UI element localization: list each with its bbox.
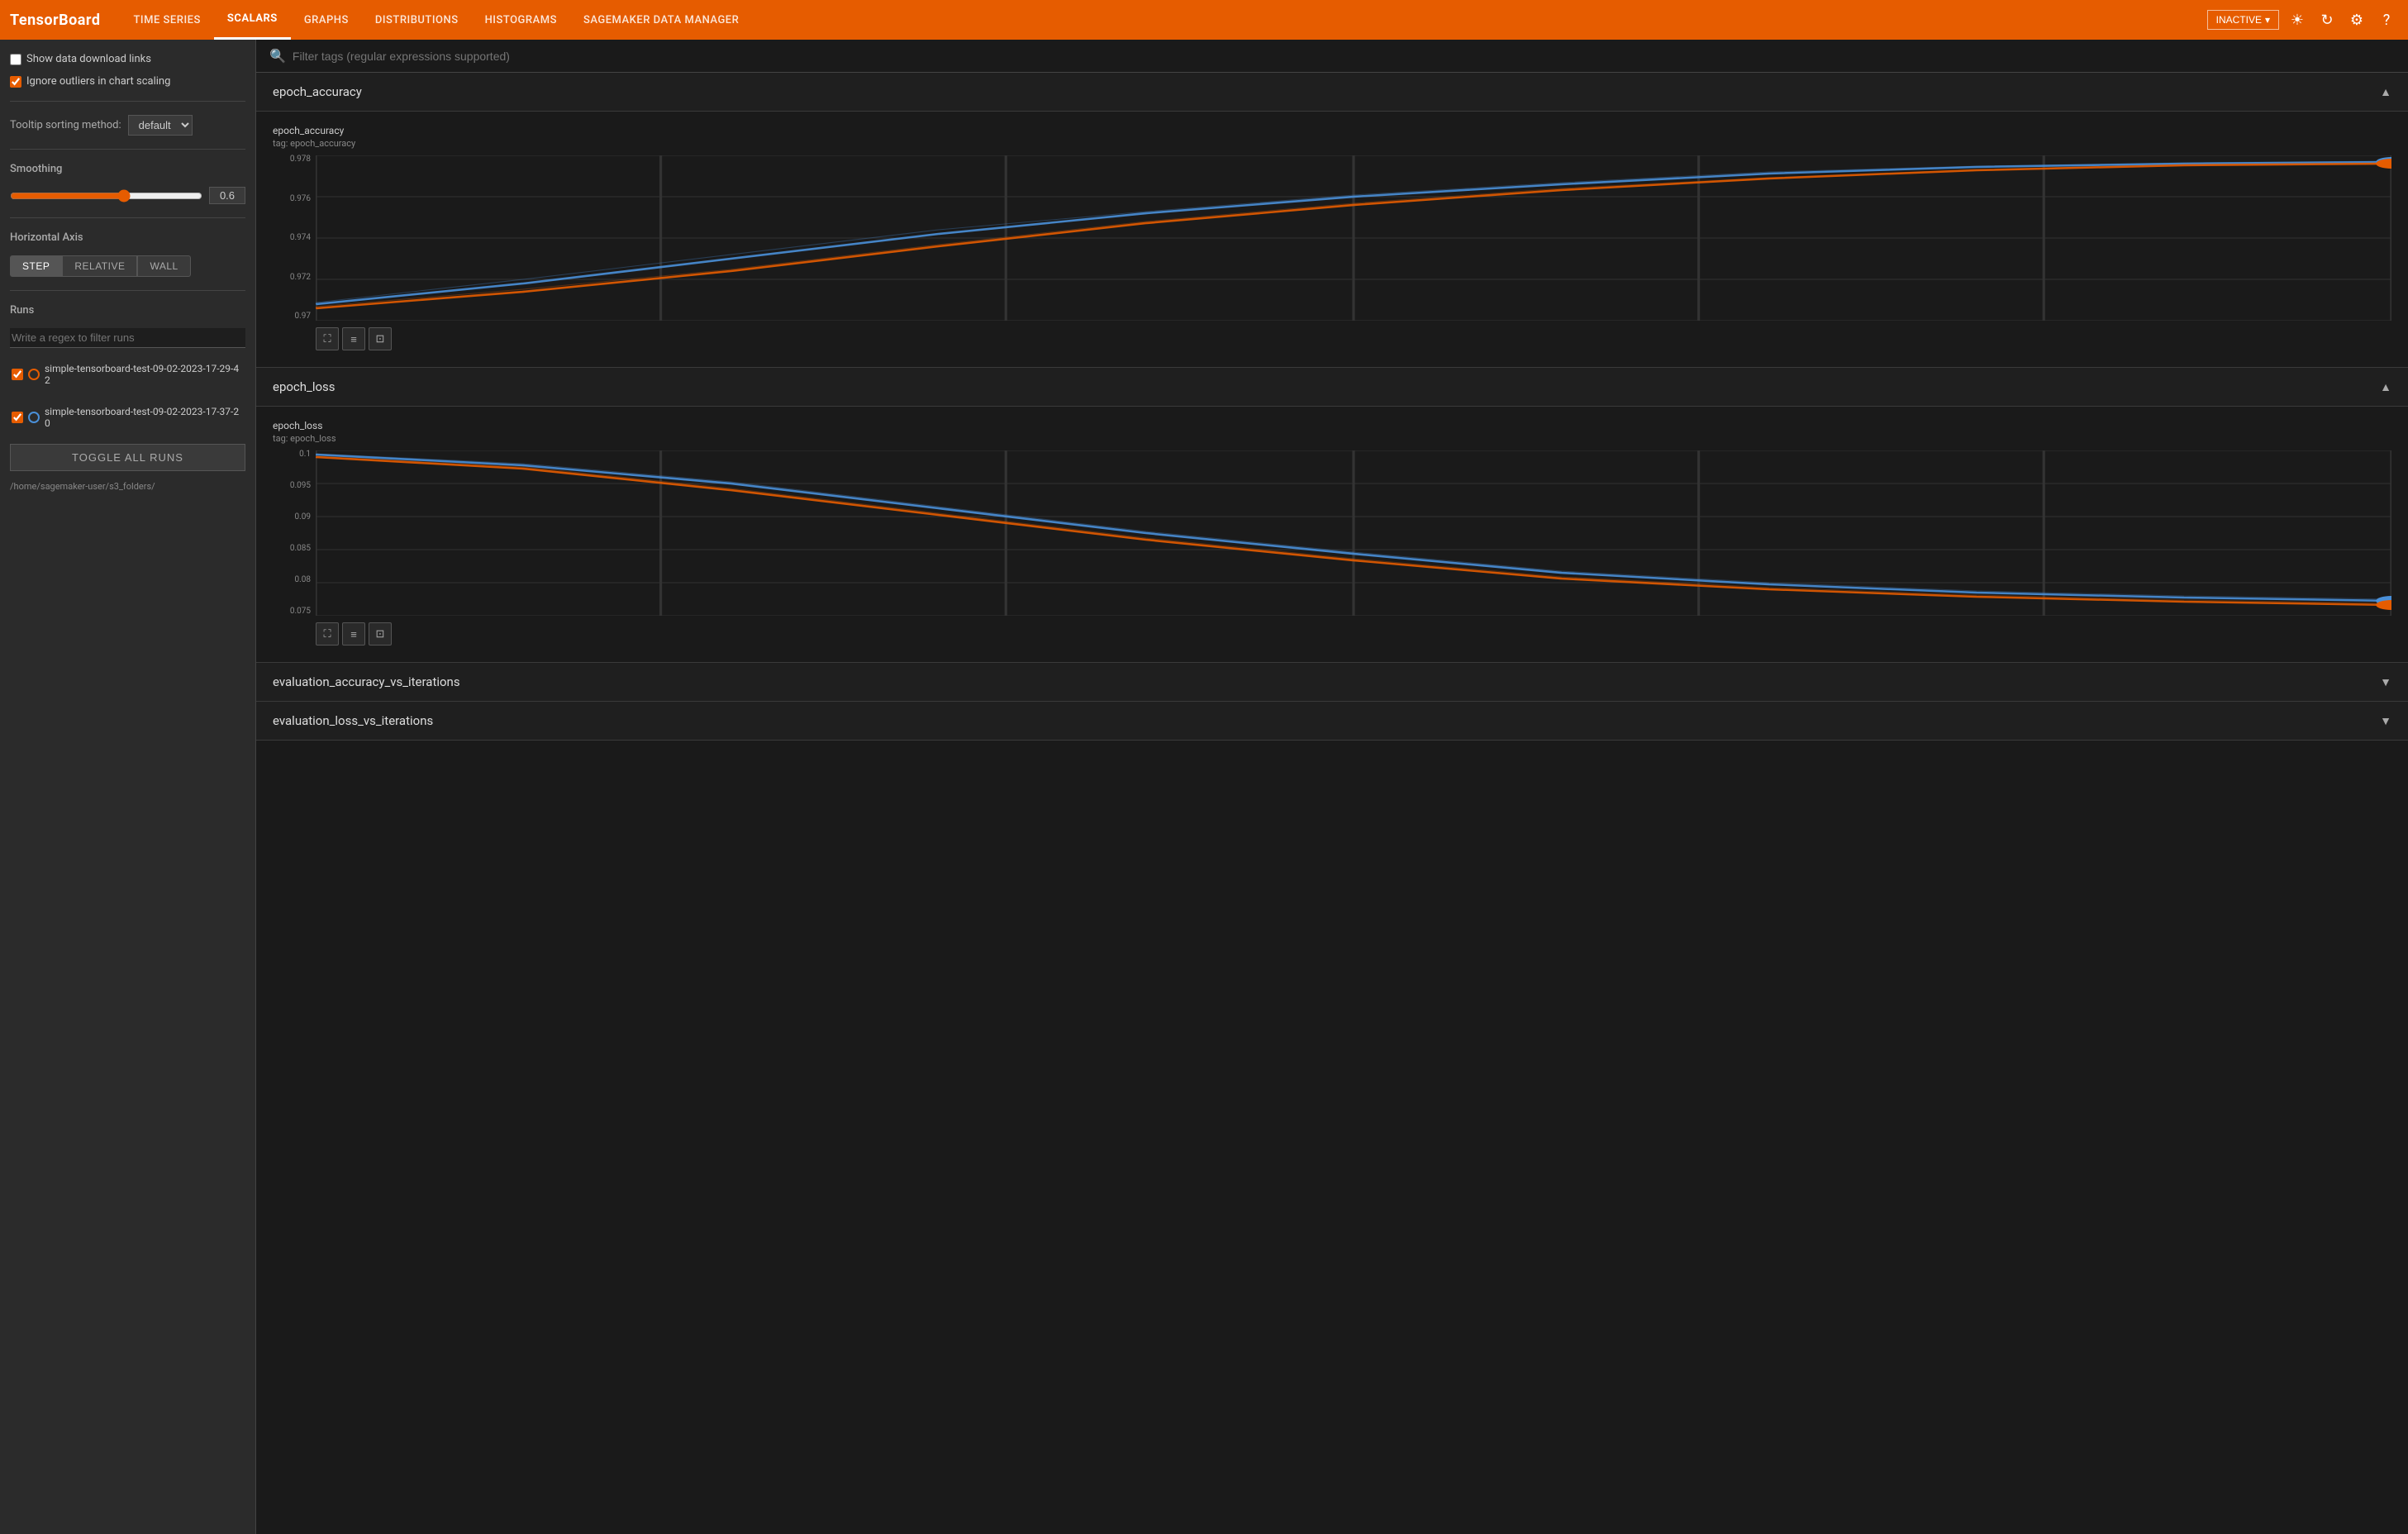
nav-scalars[interactable]: SCALARS — [214, 0, 291, 40]
smoothing-value-input[interactable] — [209, 187, 245, 204]
section-eval-loss: evaluation_loss_vs_iterations ▼ — [256, 702, 2408, 741]
axis-relative-button[interactable]: RELATIVE — [62, 255, 137, 277]
ignore-outliers-checkbox[interactable]: Ignore outliers in chart scaling — [10, 75, 245, 88]
nav-histograms[interactable]: HISTOGRAMS — [472, 0, 570, 40]
axis-button-group: STEP RELATIVE WALL — [10, 255, 245, 277]
nav-right-controls: INACTIVE ▾ ☀ ↻ ⚙ ? — [2207, 8, 2398, 31]
divider-4 — [10, 290, 245, 291]
show-download-checkbox[interactable]: Show data download links — [10, 53, 245, 65]
chart-loss-y-axis: 0.075 0.08 0.085 0.09 0.095 0.1 — [273, 450, 316, 616]
run-color-dot-2 — [28, 412, 40, 423]
section-epoch-loss-header[interactable]: epoch_loss ▲ — [256, 368, 2408, 407]
section-epoch-loss-title: epoch_loss — [273, 379, 336, 394]
run-checkbox-2[interactable] — [12, 412, 23, 423]
run-item-2[interactable]: simple-tensorboard-test-09-02-2023-17-37… — [10, 401, 245, 434]
axis-step-button[interactable]: STEP — [10, 255, 62, 277]
toggle-all-runs-button[interactable]: TOGGLE ALL RUNS — [10, 444, 245, 471]
chart-accuracy-title: epoch_accuracy — [273, 125, 2391, 136]
chart-loss-area: 0.075 0.08 0.085 0.09 0.095 0.1 — [273, 450, 2391, 616]
run-color-dot-1 — [28, 369, 40, 380]
chart-loss-subtitle: tag: epoch_loss — [273, 433, 2391, 444]
sidebar: Show data download links Ignore outliers… — [0, 40, 256, 1534]
smoothing-slider[interactable] — [10, 189, 202, 202]
run-label-2: simple-tensorboard-test-09-02-2023-17-37… — [45, 406, 244, 429]
divider-1 — [10, 101, 245, 102]
chart-loss-fullscreen-button[interactable]: ⛶ — [316, 622, 339, 646]
section-epoch-loss-chevron: ▲ — [2380, 380, 2391, 394]
smoothing-control — [10, 187, 245, 204]
chart-accuracy-subtitle: tag: epoch_accuracy — [273, 138, 2391, 149]
section-epoch-accuracy-chevron: ▲ — [2380, 85, 2391, 99]
chart-loss-image-button[interactable]: ⊡ — [369, 622, 392, 646]
help-icon[interactable]: ? — [2375, 8, 2398, 31]
section-epoch-accuracy-title: epoch_accuracy — [273, 84, 362, 99]
tooltip-select[interactable]: default — [128, 115, 193, 136]
nav-distributions[interactable]: DISTRIBUTIONS — [362, 0, 472, 40]
divider-2 — [10, 149, 245, 150]
run-checkbox-1[interactable] — [12, 369, 23, 380]
search-icon: 🔍 — [269, 48, 286, 64]
status-button[interactable]: INACTIVE ▾ — [2207, 10, 2279, 30]
section-eval-loss-header[interactable]: evaluation_loss_vs_iterations ▼ — [256, 702, 2408, 740]
nav-graphs[interactable]: GRAPHS — [291, 0, 362, 40]
section-eval-accuracy: evaluation_accuracy_vs_iterations ▼ — [256, 663, 2408, 702]
chart-accuracy-y-axis: 0.97 0.972 0.974 0.976 0.978 — [273, 155, 316, 321]
runs-label: Runs — [10, 304, 245, 317]
chart-accuracy-list-button[interactable]: ≡ — [342, 327, 365, 350]
filter-tags-input[interactable] — [293, 50, 2395, 63]
top-navigation: TensorBoard TIME SERIES SCALARS GRAPHS D… — [0, 0, 2408, 40]
app-container: Show data download links Ignore outliers… — [0, 40, 2408, 1534]
show-download-input[interactable] — [10, 54, 21, 65]
chart-loss-tools: ⛶ ≡ ⊡ — [273, 622, 2391, 646]
section-eval-loss-title: evaluation_loss_vs_iterations — [273, 713, 433, 728]
section-eval-accuracy-chevron: ▼ — [2380, 675, 2391, 689]
section-epoch-loss: epoch_loss ▲ epoch_loss tag: epoch_loss … — [256, 368, 2408, 663]
chart-loss-title: epoch_loss — [273, 420, 2391, 431]
runs-filter-input[interactable] — [10, 328, 245, 348]
nav-time-series[interactable]: TIME SERIES — [121, 0, 214, 40]
chart-accuracy-svg-container — [316, 155, 2391, 321]
epoch-loss-svg — [316, 450, 2391, 616]
settings-icon[interactable]: ⚙ — [2345, 8, 2368, 31]
section-epoch-accuracy-header[interactable]: epoch_accuracy ▲ — [256, 73, 2408, 112]
refresh-icon[interactable]: ↻ — [2315, 8, 2339, 31]
smoothing-label: Smoothing — [10, 163, 245, 175]
chart-accuracy-image-button[interactable]: ⊡ — [369, 327, 392, 350]
section-epoch-loss-body: epoch_loss tag: epoch_loss 0.075 0.08 0.… — [256, 407, 2408, 662]
app-logo: TensorBoard — [10, 12, 101, 29]
nav-sagemaker[interactable]: SAGEMAKER DATA MANAGER — [570, 0, 752, 40]
section-eval-accuracy-title: evaluation_accuracy_vs_iterations — [273, 674, 460, 689]
divider-3 — [10, 217, 245, 218]
chart-accuracy-area: 0.97 0.972 0.974 0.976 0.978 — [273, 155, 2391, 321]
chart-accuracy-tools: ⛶ ≡ ⊡ — [273, 327, 2391, 350]
epoch-accuracy-chart: epoch_accuracy tag: epoch_accuracy 0.97 … — [273, 125, 2391, 350]
main-content: 🔍 epoch_accuracy ▲ epoch_accuracy tag: e… — [256, 40, 2408, 1534]
chart-loss-list-button[interactable]: ≡ — [342, 622, 365, 646]
axis-label: Horizontal Axis — [10, 231, 245, 244]
chart-accuracy-fullscreen-button[interactable]: ⛶ — [316, 327, 339, 350]
section-eval-accuracy-header[interactable]: evaluation_accuracy_vs_iterations ▼ — [256, 663, 2408, 701]
path-label: /home/sagemaker-user/s3_folders/ — [10, 481, 245, 492]
chart-loss-svg-container — [316, 450, 2391, 616]
axis-wall-button[interactable]: WALL — [137, 255, 190, 277]
section-epoch-accuracy: epoch_accuracy ▲ epoch_accuracy tag: epo… — [256, 73, 2408, 368]
tooltip-setting: Tooltip sorting method: default — [10, 115, 245, 136]
search-bar: 🔍 — [256, 40, 2408, 73]
ignore-outliers-input[interactable] — [10, 76, 21, 88]
brightness-icon[interactable]: ☀ — [2286, 8, 2309, 31]
section-eval-loss-chevron: ▼ — [2380, 714, 2391, 728]
section-epoch-accuracy-body: epoch_accuracy tag: epoch_accuracy 0.97 … — [256, 112, 2408, 367]
run-label-1: simple-tensorboard-test-09-02-2023-17-29… — [45, 363, 244, 386]
epoch-accuracy-svg — [316, 155, 2391, 321]
run-item-1[interactable]: simple-tensorboard-test-09-02-2023-17-29… — [10, 358, 245, 391]
epoch-loss-chart: epoch_loss tag: epoch_loss 0.075 0.08 0.… — [273, 420, 2391, 646]
